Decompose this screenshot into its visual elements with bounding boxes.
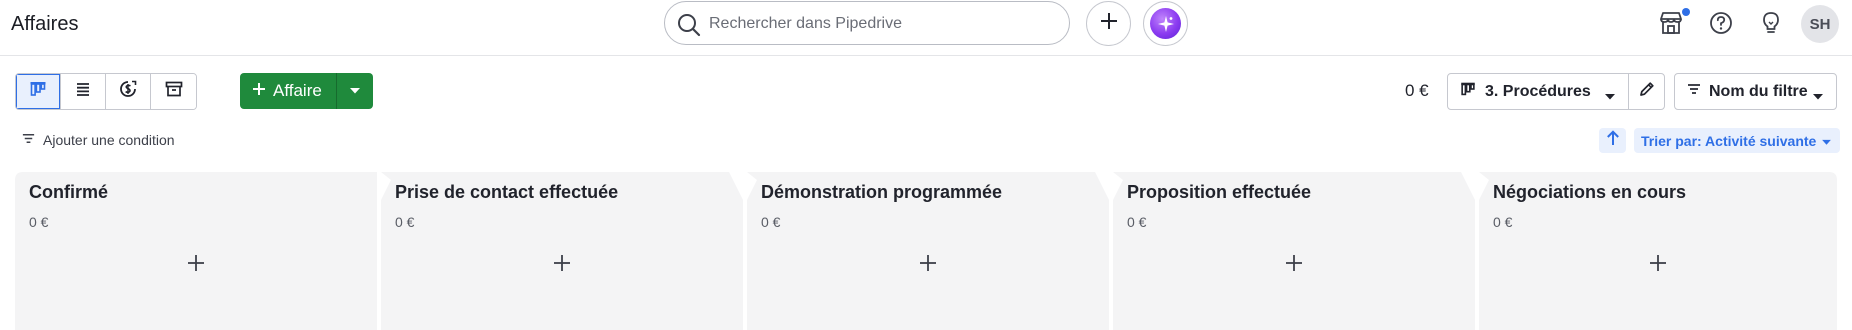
add-condition-label: Ajouter une condition [43,132,175,148]
search-input[interactable] [709,12,1059,36]
kanban-icon [28,79,48,104]
stage-column: Proposition effectuée 0 € [1113,172,1475,330]
add-deal-button[interactable]: Affaire [240,73,337,109]
archive-view-button[interactable] [151,74,196,109]
caret-down-icon [1812,88,1824,106]
stage-column: Confirmé 0 € [15,172,377,330]
stage-add-deal-button[interactable] [181,250,211,280]
filter-icon [21,131,36,149]
stage-title: Négociations en cours [1493,182,1687,202]
plus-icon [919,254,937,277]
ai-assistant-button[interactable] [1143,1,1188,46]
search-icon [675,11,703,39]
stage-amount: 0 € [761,214,781,230]
stage-add-deal-button[interactable] [547,250,577,280]
stage-amount: 0 € [395,214,415,230]
sparkle-icon [1150,8,1181,39]
filter-icon [1686,81,1702,102]
plus-icon [553,254,571,277]
stage-column: Négociations en cours 0 € [1479,172,1837,330]
stage-amount: 0 € [29,214,49,230]
sort-selector-label: Trier par: Activité suivante [1641,132,1817,149]
edit-pipeline-button[interactable] [1628,73,1665,110]
plus-icon [187,254,205,277]
stage-amount: 0 € [1127,214,1147,230]
add-condition-button[interactable]: Ajouter une condition [21,131,175,149]
pipeline-total-amount: 0 € [1405,81,1429,100]
quick-add-button[interactable] [1086,1,1131,46]
pipeline-view-button[interactable] [16,74,61,109]
notification-dot [1682,8,1690,16]
add-deal-group: Affaire [240,73,373,109]
archive-icon [164,79,184,104]
stage-title: Proposition effectuée [1127,182,1312,202]
forecast-icon [118,79,138,104]
arrow-up-icon [1606,130,1620,151]
stage-amount: 0 € [1493,214,1513,230]
filter-selector[interactable]: Nom du filtre [1674,73,1837,110]
add-deal-label: Affaire [273,81,322,100]
stage-add-deal-button[interactable] [1643,250,1673,280]
caret-down-icon [349,82,361,100]
filter-selector-label: Nom du filtre [1709,82,1808,100]
top-bar: Affaires SH [0,0,1852,56]
kanban-icon [1459,80,1477,103]
stage-title: Démonstration programmée [761,182,1003,202]
plus-icon [1285,254,1303,277]
sort-selector[interactable]: Trier par: Activité suivante [1634,128,1841,153]
stage-column: Prise de contact effectuée 0 € [381,172,743,330]
lightbulb-icon[interactable] [1757,9,1785,37]
marketplace-icon[interactable] [1657,9,1685,37]
stage-column: Démonstration programmée 0 € [747,172,1109,330]
stage-add-deal-button[interactable] [1279,250,1309,280]
stage-add-deal-button[interactable] [913,250,943,280]
user-avatar[interactable]: SH [1801,5,1839,43]
pipeline-selector[interactable]: 3. Procédures [1447,73,1629,110]
page-title: Affaires [11,13,79,35]
stage-title: Confirmé [29,182,109,202]
pencil-icon [1638,80,1656,103]
stage-title: Prise de contact effectuée [395,182,619,202]
add-deal-dropdown-button[interactable] [336,73,373,109]
list-view-button[interactable] [61,74,106,109]
list-icon [73,79,93,104]
pipeline-board: Confirmé 0 € Prise de contact effectuée … [0,172,1852,330]
help-icon[interactable] [1707,9,1735,37]
plus-icon [1649,254,1667,277]
caret-down-icon [1604,88,1616,106]
view-switcher [15,73,197,110]
search-box[interactable] [664,1,1070,45]
plus-icon [252,81,266,101]
forecast-view-button[interactable] [106,74,151,109]
plus-icon [1099,11,1119,36]
caret-down-icon [1821,133,1832,149]
sort-direction-button[interactable] [1599,128,1626,153]
pipeline-selector-label: 3. Procédures [1485,82,1591,100]
